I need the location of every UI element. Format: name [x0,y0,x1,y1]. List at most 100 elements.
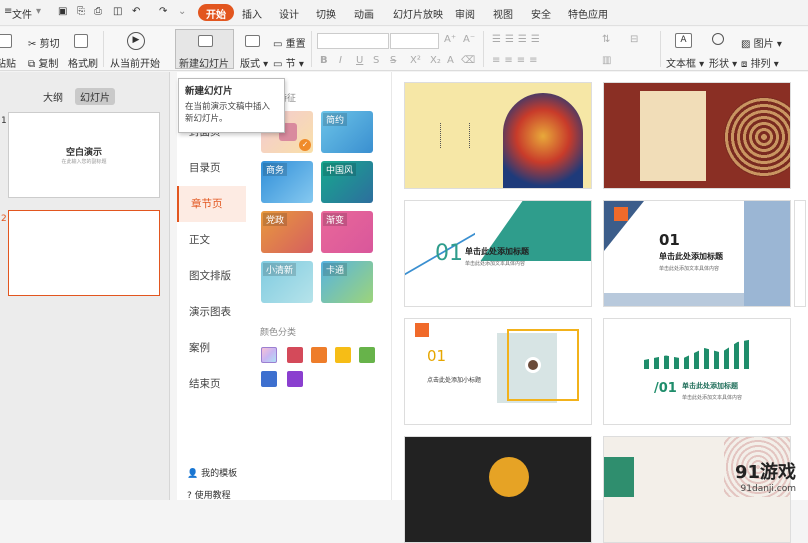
dropdown-icon[interactable]: ▾ [36,6,41,17]
tab-design[interactable]: 设计 [279,6,299,21]
tab-insert[interactable]: 插入 [242,6,262,21]
textbox-icon[interactable]: A [675,33,692,48]
tab-home[interactable]: 开始 [198,4,234,21]
column-icon[interactable]: ▥ [602,55,611,66]
save-icon[interactable]: ▣ [58,6,67,17]
style-party[interactable]: 党政 [261,211,313,253]
template-card-edge [794,200,806,307]
picture-icon: ▨ [741,39,750,50]
ribbon-toolbar: 粘贴 ✂ 剪切 ⧉ 复制 格式刷 ▶ 从当前开始 新建幻灯片 版式 ▾ ▭ 重置… [0,27,808,71]
dragon-illustration [503,93,583,189]
template-card-3[interactable]: 01 单击此处添加标题 单击此处添加文本具体内容 [404,200,592,307]
category-cases[interactable]: 案例 [177,330,246,366]
template-card-4[interactable]: 01 单击此处添加标题 单击此处添加文本具体内容 [603,200,791,307]
reset-button[interactable]: ▭ 重置 [273,35,306,50]
style-chinese[interactable]: 中国风 [321,161,373,203]
tab-security[interactable]: 安全 [531,6,551,21]
copy-label: 复制 [38,59,58,70]
underline-icon[interactable]: U [356,55,363,66]
template-card-2[interactable] [603,82,791,189]
direction-icon[interactable]: ⇅ [602,34,610,45]
color-swatch[interactable] [359,347,375,363]
file-menu[interactable]: 文件 [12,6,32,21]
color-swatch[interactable] [261,347,277,363]
more-icon[interactable]: ⌄ [178,6,186,17]
template-title: 单击此处添加标题 [465,246,529,257]
superscript-icon[interactable]: X² [410,55,421,66]
color-swatch[interactable] [335,347,351,363]
text-panel [640,91,706,181]
subscript-icon[interactable]: X₂ [430,55,441,66]
style-cartoon[interactable]: 卡通 [321,261,373,303]
tab-review[interactable]: 审阅 [455,6,475,21]
shape-icon[interactable] [712,33,724,45]
play-from-current-button[interactable]: 从当前开始 [110,55,160,70]
layout-button[interactable]: 版式 ▾ [240,55,268,70]
category-toc[interactable]: 目录页 [177,150,246,186]
redo-icon[interactable]: ↷ [159,6,167,17]
undo-icon[interactable]: ↶ [132,6,140,17]
style-business[interactable]: 商务 [261,161,313,203]
category-end[interactable]: 结束页 [177,366,246,402]
slide-title: 空白演示 [9,145,159,158]
preview-icon[interactable]: ◫ [113,6,122,17]
play-icon[interactable]: ▶ [127,32,145,50]
color-swatch[interactable] [261,371,277,387]
category-body[interactable]: 正文 [177,222,246,258]
tab-outline[interactable]: 大纲 [38,88,68,105]
style-simple[interactable]: 简约 [321,111,373,153]
color-swatch[interactable] [287,371,303,387]
bold-icon[interactable]: B [320,55,328,66]
slide-thumbnail-2[interactable] [8,210,160,296]
color-swatch[interactable] [287,347,303,363]
paste-button[interactable]: 粘贴 [0,55,16,70]
export-icon[interactable]: ⎘ [77,6,85,17]
template-card-1[interactable] [404,82,592,189]
tab-slideshow[interactable]: 幻灯片放映 [393,6,443,21]
my-templates-link[interactable]: 👤 我的模板 [187,466,237,479]
font-color-icon[interactable]: A [447,55,454,66]
new-slide-button[interactable]: 新建幻灯片 [175,29,234,69]
align-icons[interactable]: ≡≡≡≡ [492,55,542,66]
category-charts[interactable]: 演示图表 [177,294,246,330]
template-card-6[interactable]: /01 单击此处添加标题 单击此处添加文本具体内容 [603,318,791,425]
font-name-select[interactable] [317,33,389,49]
shadow-icon[interactable]: S [373,55,379,66]
arrange-button[interactable]: ⧈ 排列 ▾ [741,55,779,70]
layout-icon[interactable] [245,35,260,47]
strike-icon[interactable]: S̶ [390,55,396,66]
tab-features[interactable]: 特色应用 [568,6,608,21]
new-slide-icon [198,35,213,47]
tab-animation[interactable]: 动画 [354,6,374,21]
list-icons[interactable]: ☰☰☰☰ [492,34,544,45]
category-graphic-layout[interactable]: 图文排版 [177,258,246,294]
help-link[interactable]: ? 使用教程 [187,488,231,501]
slide-thumbnail-1[interactable]: 空白演示 在此输入您的副标题 [8,112,160,198]
textbox-button[interactable]: 文本框 ▾ [666,55,704,70]
color-swatch[interactable] [311,347,327,363]
template-title: 单击此处添加标题 [659,251,723,262]
text-align-icon[interactable]: ⊟ [630,34,638,45]
tab-slides[interactable]: 幻灯片 [75,88,115,105]
picture-button[interactable]: ▨ 图片 ▾ [741,35,782,50]
font-grow-icon[interactable]: A⁺ [444,34,456,45]
format-painter-icon[interactable] [74,34,88,48]
tab-transition[interactable]: 切换 [316,6,336,21]
shape-button[interactable]: 形状 ▾ [709,55,737,70]
paste-icon[interactable] [0,34,12,48]
italic-icon[interactable]: I [339,55,342,66]
style-gradient[interactable]: 渐变 [321,211,373,253]
cut-button[interactable]: ✂ 剪切 [28,35,60,50]
clear-format-icon[interactable]: ⌫ [461,55,475,66]
copy-button[interactable]: ⧉ 复制 [28,55,58,70]
font-size-select[interactable] [390,33,439,49]
section-button[interactable]: ▭ 节 ▾ [273,55,304,70]
style-fresh[interactable]: 小清新 [261,261,313,303]
format-painter-button[interactable]: 格式刷 [68,55,98,70]
template-card-5[interactable]: 01 点击此处添加小标题 [404,318,592,425]
category-chapter[interactable]: 章节页 [177,186,246,222]
template-card-7[interactable] [404,436,592,543]
print-icon[interactable]: ⎙ [94,6,102,17]
tab-view[interactable]: 视图 [493,6,513,21]
font-shrink-icon[interactable]: A⁻ [463,34,475,45]
